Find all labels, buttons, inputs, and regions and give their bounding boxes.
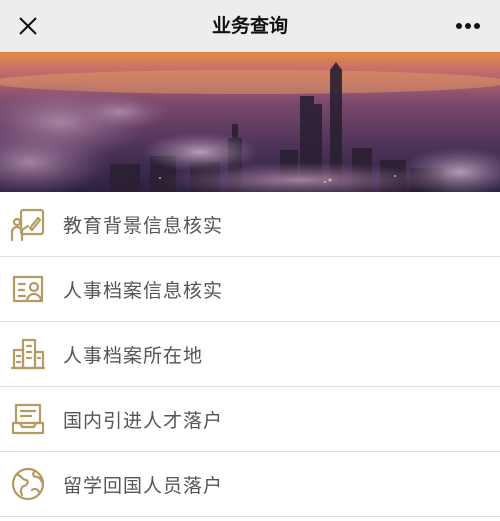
service-menu: 教育背景信息核实 人事档案信息核实 人事档案所在地 国内引进人才落户 留学回国人… <box>0 192 500 517</box>
buildings-icon <box>9 335 47 373</box>
menu-item-personnel-file-verification[interactable]: 人事档案信息核实 <box>0 257 500 322</box>
close-icon <box>19 17 37 35</box>
menu-item-education-verification[interactable]: 教育背景信息核实 <box>0 192 500 257</box>
close-button[interactable] <box>10 8 46 44</box>
menu-item-returnee-settlement[interactable]: 留学回国人员落户 <box>0 452 500 517</box>
document-tray-icon <box>9 400 47 438</box>
more-icon <box>456 23 480 29</box>
city-skyline-image <box>0 52 500 192</box>
profile-card-icon <box>9 270 47 308</box>
teaching-board-icon <box>9 205 47 243</box>
menu-item-label: 留学回国人员落户 <box>63 474 224 497</box>
page-title: 业务查询 <box>211 15 288 37</box>
top-nav-bar: 业务查询 <box>0 0 500 52</box>
globe-icon <box>9 465 47 503</box>
menu-item-label: 国内引进人才落户 <box>63 409 224 432</box>
menu-item-label: 人事档案信息核实 <box>63 279 224 302</box>
more-button[interactable] <box>448 8 488 44</box>
menu-item-label: 人事档案所在地 <box>63 344 204 367</box>
menu-item-label: 教育背景信息核实 <box>63 214 224 237</box>
menu-item-domestic-talent-settlement[interactable]: 国内引进人才落户 <box>0 387 500 452</box>
banner-image <box>0 52 500 192</box>
menu-item-file-location[interactable]: 人事档案所在地 <box>0 322 500 387</box>
